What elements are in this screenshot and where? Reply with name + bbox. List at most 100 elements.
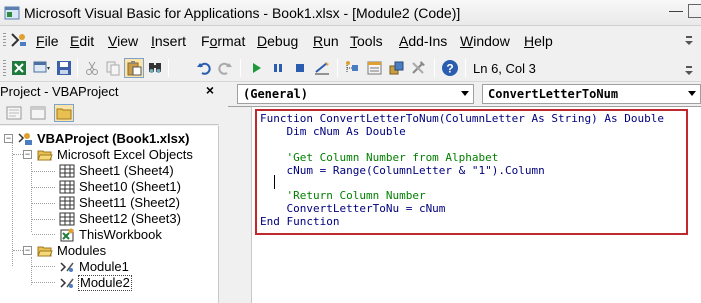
- code-editor[interactable]: Function ConvertLetterToNum(ColumnLetter…: [228, 106, 701, 303]
- code-line-comment[interactable]: 'Return Column Number: [260, 189, 425, 202]
- excel-icon[interactable]: [9, 58, 29, 78]
- tree-item-sheet[interactable]: Sheet1 (Sheet4): [59, 163, 209, 179]
- insert-module-icon[interactable]: [32, 58, 52, 78]
- code-window: (General) ConvertLetterToNum Function Co…: [228, 82, 701, 303]
- collapse-icon[interactable]: −: [4, 134, 13, 143]
- worksheet-icon: [59, 164, 75, 178]
- help-icon[interactable]: ?: [440, 58, 460, 78]
- break-icon[interactable]: [268, 58, 288, 78]
- menu-add-ins[interactable]: Add-Ins: [399, 33, 447, 49]
- project-tree: − VBAProject (Book1.xlsx) − Microsoft Ex…: [0, 126, 219, 303]
- toolbar-separator: [168, 59, 169, 77]
- find-icon[interactable]: [145, 58, 165, 78]
- close-icon[interactable]: ×: [203, 83, 217, 98]
- tree-label-module: Module1: [79, 259, 129, 274]
- toolbar-separator: [337, 59, 338, 77]
- menu-run[interactable]: Run: [313, 33, 339, 49]
- menu-grip[interactable]: [3, 33, 6, 47]
- object-browser-icon[interactable]: [387, 58, 407, 78]
- tree-connector: [12, 141, 13, 266]
- tree-item-workbook[interactable]: ThisWorkbook: [59, 227, 209, 243]
- toolbar-separator: [465, 59, 466, 77]
- copy-icon[interactable]: [103, 58, 123, 78]
- menu-help[interactable]: Help: [524, 33, 553, 49]
- toggle-folders-icon[interactable]: [54, 104, 74, 122]
- view-object-icon[interactable]: [28, 104, 48, 122]
- menu-view[interactable]: View: [108, 33, 138, 49]
- tree-connector: [13, 154, 23, 155]
- tree-item-sheet[interactable]: Sheet12 (Sheet3): [59, 211, 209, 227]
- title-bar: Microsoft Visual Basic for Applications …: [0, 0, 701, 26]
- menu-overflow-icon[interactable]: [684, 32, 694, 48]
- toolbar-overflow-icon[interactable]: [683, 60, 695, 78]
- collapse-icon[interactable]: −: [23, 246, 32, 255]
- paste-icon[interactable]: [124, 58, 144, 78]
- menu-debug[interactable]: Debug: [257, 33, 298, 49]
- margin-indicator-bar[interactable]: [228, 107, 252, 303]
- project-panel-title: Project - VBAProject: [0, 84, 119, 99]
- undo-icon[interactable]: [194, 58, 214, 78]
- code-line-comment[interactable]: 'Get Column Number from Alphabet: [260, 151, 498, 164]
- tree-item-module-selected[interactable]: Module2: [59, 275, 179, 291]
- worksheet-icon: [59, 180, 75, 194]
- vba-menu-icon[interactable]: [10, 32, 28, 48]
- open-folder-icon: [37, 150, 53, 161]
- tree-item-sheet[interactable]: Sheet11 (Sheet2): [59, 195, 209, 211]
- minimize-button[interactable]: —: [664, 2, 688, 20]
- project-explorer-icon[interactable]: [343, 58, 363, 78]
- save-icon[interactable]: [54, 58, 74, 78]
- tree-connector: [32, 171, 55, 172]
- worksheet-icon: [59, 196, 75, 210]
- project-panel-toolbar: [0, 101, 219, 125]
- vba-app-icon: [4, 6, 20, 20]
- code-line[interactable]: Dim cNum As Double: [260, 125, 405, 138]
- design-mode-icon[interactable]: [312, 58, 332, 78]
- collapse-icon[interactable]: −: [23, 150, 32, 159]
- toolbar-grip[interactable]: [3, 60, 6, 76]
- tree-item-sheet[interactable]: Sheet10 (Sheet1): [59, 179, 209, 195]
- redo-icon[interactable]: [215, 58, 235, 78]
- tree-item-module[interactable]: Module1: [59, 259, 179, 275]
- toolbar-separator: [77, 59, 78, 77]
- menu-window[interactable]: Window: [460, 33, 510, 49]
- menu-bar: File Edit View Insert Format Debug Run T…: [0, 27, 701, 53]
- menu-edit[interactable]: Edit: [70, 33, 94, 49]
- workbook-icon: [60, 228, 74, 242]
- tree-item-root[interactable]: − VBAProject (Book1.xlsx): [4, 131, 214, 147]
- code-line[interactable]: End Function: [260, 215, 339, 228]
- tree-connector: [13, 250, 23, 251]
- menu-insert[interactable]: Insert: [151, 33, 186, 49]
- properties-icon[interactable]: [365, 58, 385, 78]
- procedure-combo[interactable]: ConvertLetterToNum: [482, 84, 701, 104]
- module-icon: [60, 278, 74, 288]
- pane-splitter[interactable]: [219, 82, 228, 303]
- toolbox-icon[interactable]: [409, 58, 429, 78]
- reset-icon[interactable]: [290, 58, 310, 78]
- chevron-down-icon[interactable]: [688, 91, 696, 96]
- procedure-combo-value: ConvertLetterToNum: [488, 87, 619, 101]
- tree-label-sheet: Sheet1 (Sheet4): [79, 163, 174, 178]
- object-combo[interactable]: (General): [237, 84, 474, 104]
- code-line[interactable]: ConvertLetterToNu = cNum: [260, 202, 445, 215]
- standard-toolbar: ? Ln 6, Col 3: [0, 54, 701, 82]
- toolbar-separator: [434, 59, 435, 77]
- tree-label-root: VBAProject (Book1.xlsx): [37, 131, 190, 146]
- code-line[interactable]: Function ConvertLetterToNum(ColumnLetter…: [260, 112, 664, 125]
- menu-file[interactable]: File: [36, 33, 59, 49]
- tree-connector: [32, 234, 55, 235]
- tree-item-modules[interactable]: − Modules: [23, 243, 173, 259]
- view-code-icon[interactable]: [4, 104, 24, 122]
- maximize-button[interactable]: [688, 4, 701, 18]
- code-line[interactable]: cNum = Range(ColumnLetter & "1").Column: [260, 164, 544, 177]
- toolbar-separator: [240, 59, 241, 77]
- open-folder-icon: [37, 246, 53, 257]
- chevron-down-icon[interactable]: [461, 91, 469, 96]
- run-icon[interactable]: [246, 58, 266, 78]
- worksheet-icon: [59, 212, 75, 226]
- object-combo-value: (General): [243, 87, 309, 101]
- text-caret: [274, 175, 275, 189]
- menu-format[interactable]: Format: [201, 33, 245, 49]
- cut-icon[interactable]: [82, 58, 102, 78]
- tree-item-excel-objects[interactable]: − Microsoft Excel Objects: [23, 147, 213, 163]
- menu-tools[interactable]: Tools: [350, 33, 383, 49]
